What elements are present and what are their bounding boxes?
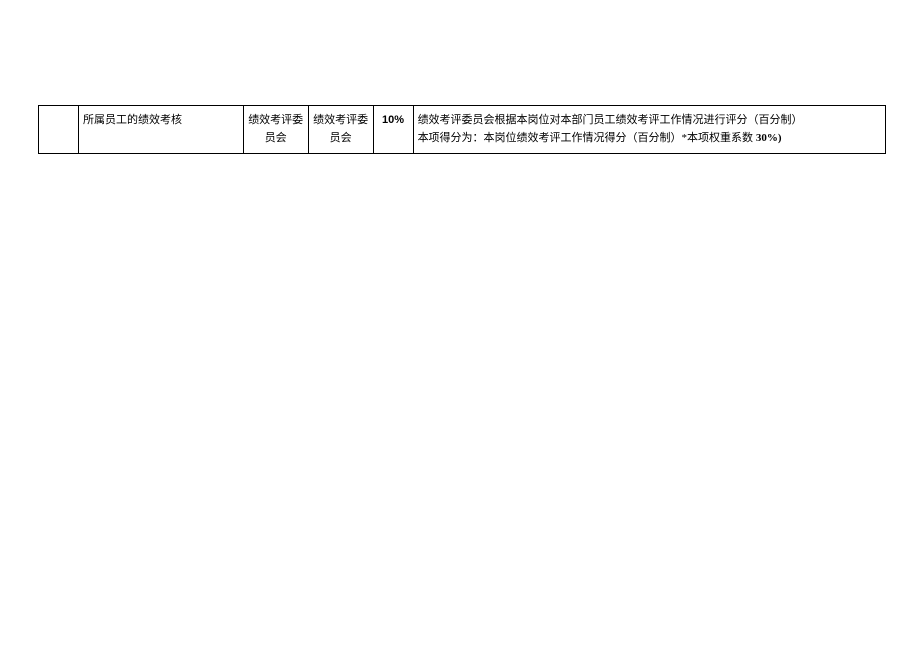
description-line1: 绩效考评委员会根据本岗位对本部门员工绩效考评工作情况进行评分（百分制） xyxy=(418,114,803,126)
table: 所属员工的绩效考核 绩效考评委员会 绩效考评委员会 10% 绩效考评委员会根据本… xyxy=(38,105,886,154)
cell-evaluator2: 绩效考评委员会 xyxy=(308,106,373,154)
cell-evaluator1: 绩效考评委员会 xyxy=(243,106,308,154)
cell-weight: 10% xyxy=(373,106,413,154)
cell-item: 所属员工的绩效考核 xyxy=(78,106,243,154)
cell-index xyxy=(39,106,79,154)
cell-description: 绩效考评委员会根据本岗位对本部门员工绩效考评工作情况进行评分（百分制） 本项得分… xyxy=(413,106,885,154)
description-line2-prefix: 本项得分为：本岗位绩效考评工作情况得分（百分制）*本项权重系数 xyxy=(418,132,756,144)
assessment-table: 所属员工的绩效考核 绩效考评委员会 绩效考评委员会 10% 绩效考评委员会根据本… xyxy=(38,105,886,154)
description-line2-bold: 30%) xyxy=(756,132,782,144)
table-row: 所属员工的绩效考核 绩效考评委员会 绩效考评委员会 10% 绩效考评委员会根据本… xyxy=(39,106,886,154)
